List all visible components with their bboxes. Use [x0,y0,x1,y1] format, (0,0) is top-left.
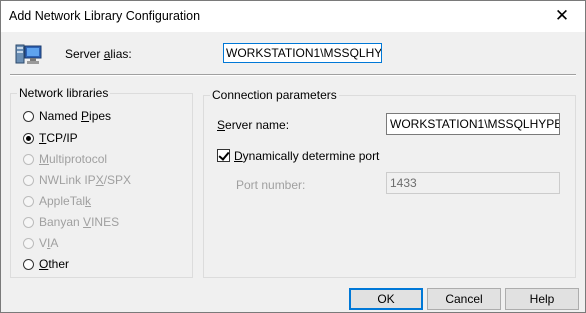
title-bar: Add Network Library Configuration ✕ [1,1,585,32]
radio-label: Named Pipes [39,109,112,123]
port-number-label: Port number: [236,178,306,192]
radio-circle [23,174,34,186]
separator [10,74,576,76]
dialog-window: Add Network Library Configuration ✕ Serv… [0,0,586,313]
network-libraries-label: Network libraries [17,86,111,100]
radio-multiprotocol[interactable]: Multiprotocol [23,151,107,167]
radio-tcp-ip[interactable]: TCP/IP [23,130,78,146]
radio-nwlink[interactable]: NWLink IPX/SPX [23,172,131,188]
radio-appletalk[interactable]: AppleTalk [23,193,91,209]
server-computer-icon [15,44,42,64]
radio-circle [23,110,34,122]
radio-named-pipes[interactable]: Named Pipes [23,108,111,124]
radio-label: Other [39,257,70,271]
help-button[interactable]: Help [505,288,579,310]
radio-label: TCP/IP [39,131,78,145]
radio-circle [23,237,34,249]
radio-label: Banyan VINES [39,215,120,229]
port-number-input[interactable]: 1433 [386,172,560,194]
radio-circle [23,195,34,207]
connection-parameters-label: Connection parameters [210,88,339,102]
dynamic-port-checkbox[interactable] [217,149,230,162]
radio-circle [23,132,34,144]
server-name-label: Server name: [217,118,290,132]
radio-label: NWLink IPX/SPX [39,173,132,187]
server-alias-input[interactable]: WORKSTATION1\MSSQLHYPE [223,43,382,63]
window-title: Add Network Library Configuration [9,9,201,23]
radio-label: VIA [39,236,59,250]
server-alias-label: Server alias: [65,47,132,61]
dynamic-port-label: Dynamically determine port [234,149,380,163]
server-name-input[interactable]: WORKSTATION1\MSSQLHYPER [386,113,560,135]
radio-banyan-vines[interactable]: Banyan VINES [23,214,119,230]
radio-other[interactable]: Other [23,256,69,272]
radio-label: AppleTalk [39,194,92,208]
ok-button[interactable]: OK [349,288,423,310]
cancel-button[interactable]: Cancel [427,288,501,310]
radio-circle [23,216,34,228]
radio-circle [23,258,34,270]
radio-label: Multiprotocol [39,152,108,166]
radio-via[interactable]: VIA [23,235,58,251]
radio-circle [23,153,34,165]
close-icon[interactable]: ✕ [551,5,573,27]
